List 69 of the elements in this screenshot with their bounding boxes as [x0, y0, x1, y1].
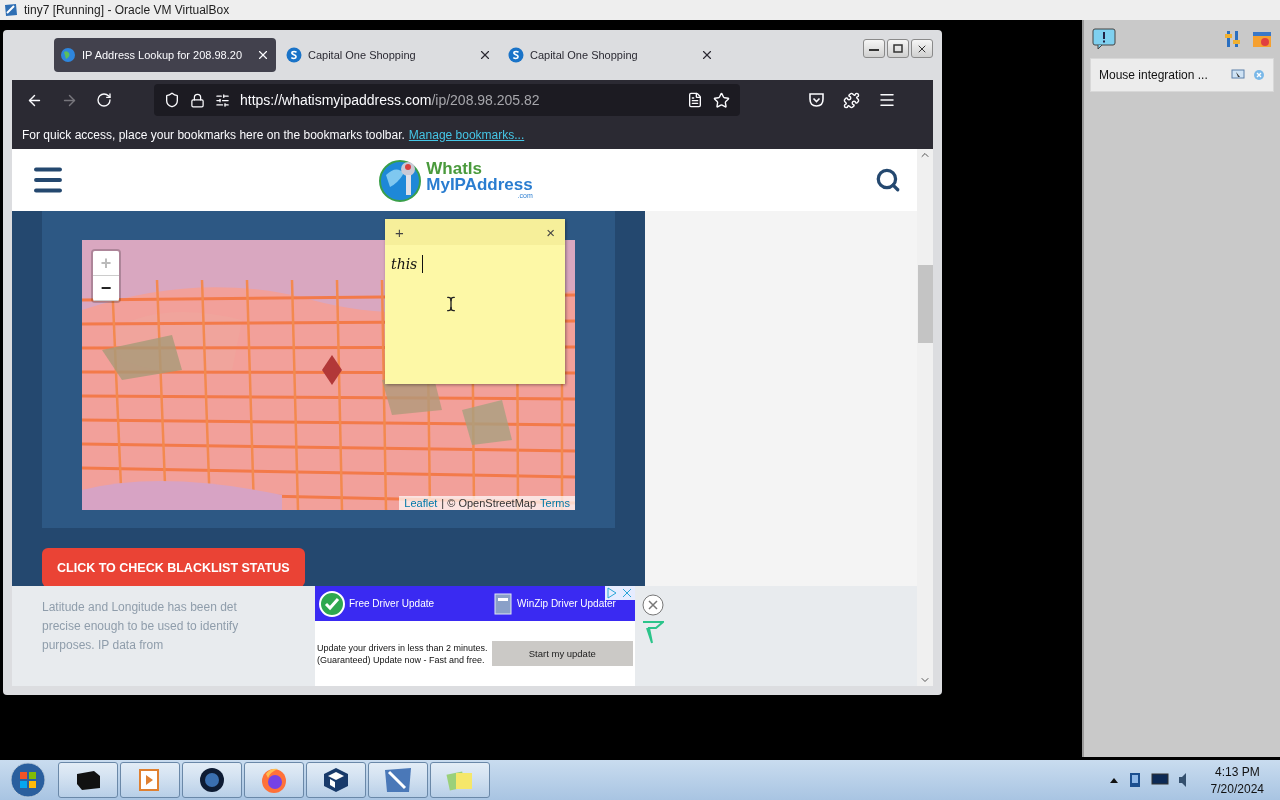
clock-time: 4:13 PM — [1214, 764, 1260, 779]
minimize-button[interactable] — [863, 39, 885, 58]
extensions-icon[interactable] — [843, 91, 860, 109]
browser-tab[interactable]: Capital One Shopping — [280, 38, 498, 72]
ad-text: (Guaranteed) Update now - Fast and free. — [317, 654, 486, 665]
firefox-icon — [260, 766, 288, 794]
browser-tab[interactable]: IP Address Lookup for 208.98.20 — [54, 38, 276, 72]
manage-bookmarks-link[interactable]: Manage bookmarks... — [408, 127, 525, 142]
monitor-icon[interactable] — [1150, 773, 1169, 787]
bookmark-star-icon[interactable] — [713, 91, 730, 109]
ad-text: Free Driver Update — [349, 598, 436, 609]
search-icon[interactable] — [875, 167, 901, 193]
mouse-integration-icon — [1231, 69, 1245, 81]
window-icon[interactable] — [1252, 29, 1272, 49]
attribution-text: | © OpenStreetMap — [441, 497, 537, 509]
close-icon[interactable] — [478, 48, 492, 62]
zoom-out-button[interactable]: − — [93, 276, 119, 301]
cube-icon — [322, 766, 350, 794]
close-note-button[interactable]: × — [546, 223, 555, 241]
globe-icon — [60, 47, 76, 63]
taskbar-app[interactable] — [182, 762, 242, 798]
ad-text: WinZip Driver Updater — [517, 598, 616, 609]
start-update-button[interactable]: Start my update — [491, 641, 633, 666]
scroll-thumb[interactable] — [917, 265, 933, 343]
blacklist-button[interactable]: CLICK TO CHECK BLACKLIST STATUS — [42, 548, 305, 587]
checkmark-icon — [319, 590, 345, 617]
maximize-icon — [893, 44, 903, 53]
window-title: tiny7 [Running] - Oracle VM VirtualBox — [24, 3, 230, 17]
menu-icon[interactable] — [878, 91, 896, 109]
clock-date: 7/20/2024 — [1210, 781, 1264, 796]
software-box-icon — [493, 591, 513, 616]
settings-sliders-icon[interactable] — [1224, 29, 1242, 49]
notice-text: Mouse integration ... — [1099, 68, 1209, 82]
box-icon — [74, 768, 102, 792]
virtualbox-icon — [4, 3, 18, 17]
s-logo-icon — [508, 47, 524, 63]
close-button[interactable] — [911, 39, 933, 58]
url-text: https://whatismyipaddress.com/ip/208.98.205.82 — [240, 92, 541, 108]
leaflet-link[interactable]: Leaflet — [404, 497, 438, 509]
show-hidden-icons[interactable] — [1108, 776, 1119, 784]
s-logo-icon — [286, 47, 302, 63]
shield-icon[interactable] — [164, 92, 180, 108]
close-icon[interactable] — [700, 48, 714, 62]
close-icon[interactable] — [256, 48, 270, 62]
terms-link[interactable]: Terms — [540, 497, 570, 509]
permissions-icon[interactable] — [215, 92, 230, 108]
taskbar-app[interactable] — [58, 762, 118, 798]
ad-text: Update your drivers in less than 2 minutes. — [317, 642, 488, 653]
reader-view-icon[interactable] — [687, 92, 703, 108]
media-player-icon — [138, 767, 162, 793]
faded-text: purposes. IP data from — [42, 638, 165, 652]
note-text[interactable]: this — [391, 256, 418, 272]
faded-text: Latitude and Longitude has been det — [42, 600, 238, 614]
globe-icon — [198, 766, 226, 794]
reload-icon[interactable] — [96, 92, 112, 108]
taskbar-app[interactable] — [306, 762, 366, 798]
add-note-button[interactable]: + — [395, 223, 404, 241]
bookmarks-hint: For quick access, place your bookmarks here on the bookmarks toolbar. — [22, 127, 405, 142]
filter-logo-icon — [642, 620, 664, 644]
maximize-button[interactable] — [887, 39, 909, 58]
start-button[interactable] — [8, 760, 48, 800]
browser-tab[interactable]: Capital One Shopping — [502, 38, 720, 72]
faded-text: precise enough to be used to identify — [42, 619, 240, 633]
notification-icon[interactable] — [1092, 28, 1116, 50]
pocket-icon[interactable] — [808, 92, 825, 108]
logo-text: WhatIs — [426, 160, 483, 177]
address-bar[interactable]: https://whatismyipaddress.com/ip/208.98.205.82 — [154, 84, 740, 116]
lock-icon[interactable] — [190, 92, 205, 108]
logo-text: MyIPAddress — [426, 176, 533, 193]
